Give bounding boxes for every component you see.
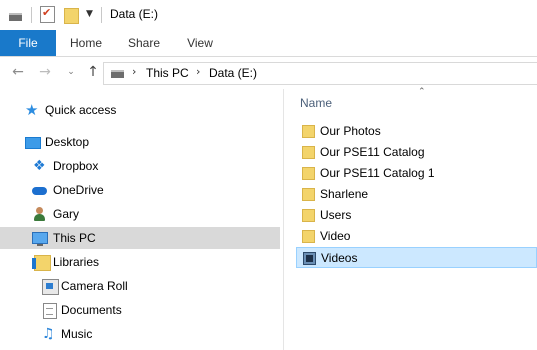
nav-item-gary[interactable]: Gary — [0, 203, 280, 225]
video-folder-icon — [303, 252, 316, 265]
window-title: Data (E:) — [110, 7, 159, 21]
this-pc-icon — [32, 232, 48, 246]
folder-icon — [302, 146, 315, 159]
new-folder-icon[interactable] — [64, 8, 79, 24]
recent-locations-chevron-icon[interactable]: ⌄ — [63, 64, 79, 80]
folder-icon — [302, 209, 315, 222]
file-item[interactable]: Users — [296, 205, 537, 226]
nav-item-desktop[interactable]: Desktop — [0, 131, 280, 153]
tab-file[interactable]: File — [0, 30, 56, 56]
nav-item-onedrive[interactable]: OneDrive — [0, 179, 280, 201]
column-header-name[interactable]: Name — [300, 96, 332, 110]
nav-item-label: Documents — [61, 303, 122, 317]
nav-item-label: Desktop — [45, 135, 90, 149]
divider — [31, 7, 32, 23]
file-name: Our PSE11 Catalog 1 — [320, 166, 435, 180]
navigation-pane: ★ Quick access Desktop ❖ Dropbox OneDriv… — [0, 89, 283, 350]
drive-icon — [111, 70, 124, 78]
folder-icon — [302, 125, 315, 138]
nav-item-label: This PC — [53, 231, 96, 245]
nav-item-this-pc[interactable]: This PC — [0, 227, 280, 249]
ribbon-tabs: File Home Share View — [0, 30, 537, 57]
libraries-icon — [32, 255, 51, 271]
onedrive-cloud-icon — [32, 187, 47, 195]
folder-icon — [302, 167, 315, 180]
breadcrumb-data-drive[interactable]: Data (E:) — [209, 66, 257, 80]
sort-ascending-icon[interactable]: ⌃ — [418, 87, 426, 97]
file-item[interactable]: Video — [296, 226, 537, 247]
nav-item-label: Quick access — [45, 103, 117, 117]
desktop-icon — [25, 137, 41, 149]
nav-item-music[interactable]: ♫ Music — [0, 323, 280, 345]
forward-arrow-icon[interactable]: → — [37, 64, 53, 80]
nav-item-label: Dropbox — [53, 159, 99, 173]
file-item[interactable]: Our Photos — [296, 121, 537, 142]
nav-item-label: Camera Roll — [61, 279, 128, 293]
tab-home[interactable]: Home — [60, 30, 112, 56]
nav-item-label: Music — [61, 327, 93, 341]
breadcrumb-this-pc[interactable]: This PC — [146, 66, 189, 80]
documents-icon — [43, 303, 57, 319]
properties-icon[interactable] — [40, 6, 55, 23]
camera-roll-icon — [42, 279, 59, 295]
nav-item-dropbox[interactable]: ❖ Dropbox — [0, 155, 280, 177]
file-name: Users — [320, 208, 352, 222]
file-name: Sharlene — [320, 187, 369, 201]
title-bar: ▼ Data (E:) — [0, 0, 537, 30]
customize-quick-access-icon[interactable]: ▼ — [86, 9, 96, 19]
nav-item-label: OneDrive — [53, 183, 104, 197]
dropbox-icon: ❖ — [33, 158, 46, 174]
user-icon — [32, 207, 47, 221]
file-item[interactable]: Our PSE11 Catalog — [296, 142, 537, 163]
divider — [101, 7, 102, 23]
file-list-pane: ⌃ Name Our Photos Our PSE11 Catalog Our … — [284, 87, 537, 350]
breadcrumb-separator[interactable]: › — [132, 65, 136, 78]
file-name: Videos — [321, 251, 358, 265]
address-bar[interactable]: › This PC › Data (E:) — [103, 62, 537, 85]
quick-access-star-icon: ★ — [25, 101, 39, 119]
tab-view[interactable]: View — [175, 30, 225, 56]
nav-item-label: Gary — [53, 207, 80, 221]
nav-item-quick-access[interactable]: ★ Quick access — [0, 99, 280, 121]
back-arrow-icon[interactable]: ← — [10, 64, 26, 80]
nav-item-camera-roll[interactable]: Camera Roll — [0, 275, 280, 297]
address-row: ← → ⌄ ↑ › This PC › Data (E:) — [0, 57, 537, 89]
file-item[interactable]: Sharlene — [296, 184, 537, 205]
tab-share[interactable]: Share — [118, 30, 170, 56]
nav-item-documents[interactable]: Documents — [0, 299, 280, 321]
file-name: Our PSE11 Catalog — [320, 145, 425, 159]
file-name: Video — [320, 229, 351, 243]
breadcrumb-separator[interactable]: › — [196, 65, 200, 78]
nav-item-label: Libraries — [53, 255, 100, 269]
nav-item-libraries[interactable]: Libraries — [0, 251, 280, 273]
folder-icon — [302, 188, 315, 201]
file-item[interactable]: Our PSE11 Catalog 1 — [296, 163, 537, 184]
drive-icon — [9, 13, 22, 21]
folder-icon — [302, 230, 315, 243]
music-icon: ♫ — [42, 326, 55, 342]
file-item-selected[interactable]: Videos — [296, 247, 537, 268]
up-arrow-icon[interactable]: ↑ — [85, 64, 101, 80]
file-name: Our Photos — [320, 124, 381, 138]
